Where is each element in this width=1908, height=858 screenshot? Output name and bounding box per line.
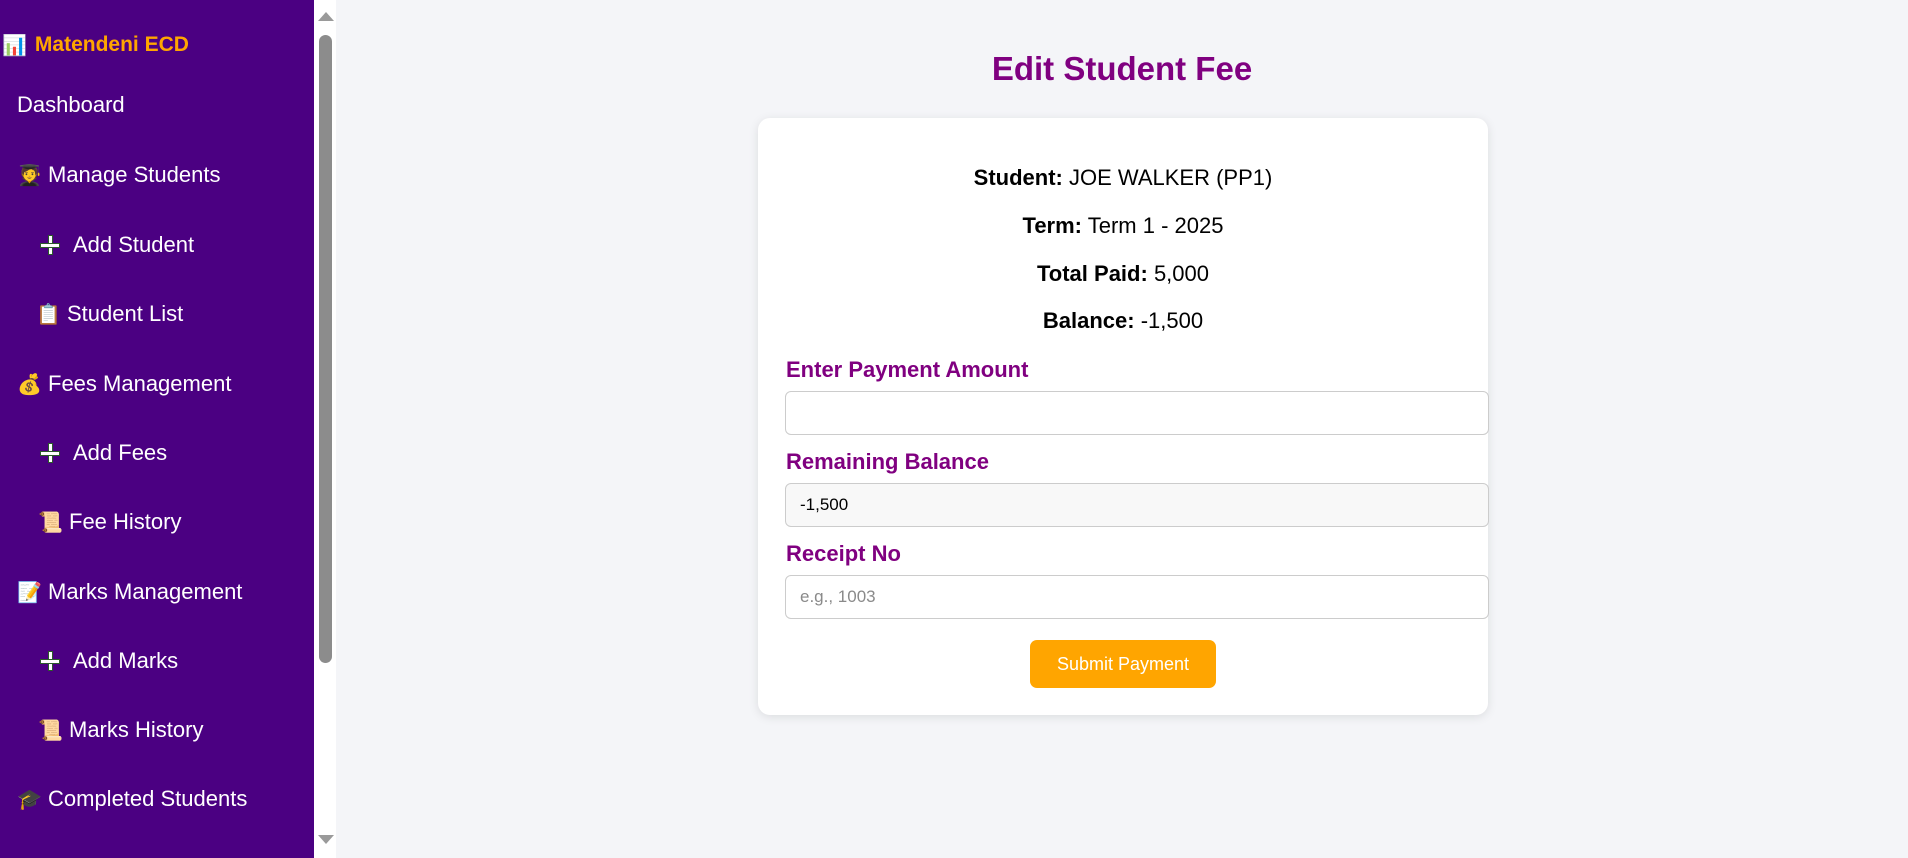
sidebar-item-dashboard[interactable]: Dashboard — [17, 85, 125, 125]
sidebar-item-marks-history[interactable]: 📜 Marks History — [38, 710, 203, 750]
sidebar-item-add-fees[interactable]: Add Fees — [40, 433, 167, 473]
balance-info: Balance: -1,500 — [758, 308, 1488, 334]
total-paid-info: Total Paid: 5,000 — [758, 261, 1488, 287]
brand-title: Matendeni ECD — [34, 33, 189, 56]
scroll-down-icon[interactable] — [318, 835, 334, 844]
student-info: Student: JOE WALKER (PP1) — [758, 165, 1488, 191]
scroll-icon: 📜 — [38, 719, 63, 742]
sidebar-item-marks-management[interactable]: 📝 Marks Management — [17, 572, 242, 612]
sidebar-item-label: Add Fees — [73, 440, 168, 465]
term-value: Term 1 - 2025 — [1087, 213, 1224, 238]
sidebar-item-label: Marks Management — [48, 579, 243, 604]
sidebar-item-label: Student List — [67, 301, 184, 326]
sidebar: 📊 Matendeni ECD Dashboard 🧑‍🎓 Manage Stu… — [0, 0, 314, 858]
scroll-up-icon[interactable] — [318, 12, 334, 21]
payment-amount-label: Enter Payment Amount — [786, 357, 1029, 382]
sidebar-item-completed-students[interactable]: 🎓 Completed Students — [17, 779, 247, 819]
sidebar-item-label: Completed Students — [48, 786, 248, 811]
plus-icon — [40, 235, 60, 255]
brand[interactable]: 📊 Matendeni ECD — [2, 30, 189, 60]
remaining-balance-field — [785, 483, 1489, 527]
sidebar-item-label: Add Student — [73, 232, 195, 257]
plus-icon — [40, 443, 60, 463]
sidebar-item-label: Dashboard — [17, 92, 125, 117]
clipboard-icon: 📋 — [36, 303, 61, 326]
bar-chart-icon: 📊 — [2, 34, 27, 57]
term-info: Term: Term 1 - 2025 — [758, 213, 1488, 239]
total-paid-label: Total Paid: — [1036, 261, 1148, 286]
sidebar-item-fee-history[interactable]: 📜 Fee History — [38, 502, 181, 542]
sidebar-item-label: Add Marks — [73, 648, 179, 673]
term-label: Term: — [1022, 213, 1083, 238]
scroll-thumb[interactable] — [319, 35, 332, 663]
fee-card: Student: JOE WALKER (PP1) Term: Term 1 -… — [758, 118, 1489, 715]
receipt-no-label: Receipt No — [786, 541, 901, 566]
money-bag-icon: 💰 — [17, 373, 42, 396]
sidebar-item-label: Fees Management — [48, 371, 232, 396]
plus-icon — [40, 651, 60, 671]
remaining-balance-label: Remaining Balance — [786, 449, 989, 474]
receipt-no-input[interactable] — [785, 575, 1489, 619]
sidebar-item-manage-students[interactable]: 🧑‍🎓 Manage Students — [17, 155, 220, 195]
balance-value: -1,500 — [1140, 308, 1204, 333]
total-paid-value: 5,000 — [1153, 261, 1209, 286]
scroll-icon: 📜 — [38, 511, 63, 534]
sidebar-item-add-marks[interactable]: Add Marks — [40, 641, 178, 681]
payment-amount-input[interactable] — [785, 391, 1489, 435]
balance-label: Balance: — [1042, 308, 1135, 333]
sidebar-item-add-student[interactable]: Add Student — [40, 225, 194, 265]
sidebar-item-label: Fee History — [69, 509, 182, 534]
page-title: Edit Student Fee — [991, 50, 1253, 87]
sidebar-scrollbar[interactable] — [314, 0, 336, 858]
student-label: Student: — [973, 165, 1063, 190]
graduation-cap-icon: 🎓 — [17, 788, 42, 811]
submit-payment-button[interactable]: Submit Payment — [1030, 640, 1216, 688]
sidebar-item-label: Manage Students — [48, 162, 221, 187]
memo-icon: 📝 — [17, 581, 42, 604]
student-icon: 🧑‍🎓 — [17, 164, 42, 187]
sidebar-item-label: Marks History — [69, 717, 204, 742]
sidebar-item-student-list[interactable]: 📋 Student List — [36, 294, 183, 334]
student-value: JOE WALKER (PP1) — [1068, 165, 1273, 190]
sidebar-item-fees-management[interactable]: 💰 Fees Management — [17, 364, 231, 404]
